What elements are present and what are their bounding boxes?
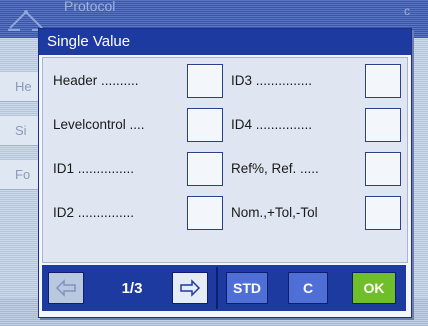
field-id2: ID2 ............... — [53, 196, 223, 230]
field-levelcontrol: Levelcontrol .... — [53, 108, 223, 142]
std-button[interactable]: STD — [226, 272, 268, 304]
dialog-body: Header .......... Levelcontrol .... ID1 … — [42, 57, 408, 263]
field-label: Levelcontrol .... — [53, 117, 145, 132]
single-value-dialog: Single Value Header .......... Levelcont… — [38, 28, 412, 318]
field-header: Header .......... — [53, 64, 223, 98]
background-title-fragment: c — [404, 4, 410, 18]
field-id1: ID1 ............... — [53, 152, 223, 186]
c-button[interactable]: C — [288, 272, 328, 304]
id1-checkbox[interactable] — [187, 152, 223, 186]
header-checkbox[interactable] — [187, 64, 223, 98]
id3-checkbox[interactable] — [365, 64, 401, 98]
field-label: ID3 ............... — [231, 73, 313, 88]
field-label: ID2 ............... — [53, 205, 135, 220]
field-label: ID4 ............... — [231, 117, 313, 132]
field-label: ID1 ............... — [53, 161, 135, 176]
previous-page-button[interactable] — [48, 272, 84, 304]
id2-checkbox[interactable] — [187, 196, 223, 230]
page-indicator: 1/3 — [121, 279, 143, 297]
button-bar: 1/3 STD C OK — [42, 265, 406, 311]
field-label: Header .......... — [53, 73, 139, 88]
field-label: Ref%, Ref. ..... — [231, 161, 319, 176]
levelcontrol-checkbox[interactable] — [187, 108, 223, 142]
arrow-left-icon — [55, 279, 76, 297]
field-ref: Ref%, Ref. ..... — [231, 152, 401, 186]
field-nominal-tolerance: Nom.,+Tol,-Tol — [231, 196, 401, 230]
arrow-right-icon — [180, 279, 201, 297]
field-id4: ID4 ............... — [231, 108, 401, 142]
background-title: Protocol — [64, 0, 116, 14]
field-label: Nom.,+Tol,-Tol — [231, 205, 318, 220]
next-page-button[interactable] — [172, 272, 208, 304]
id4-checkbox[interactable] — [365, 108, 401, 142]
dialog-title: Single Value — [39, 29, 411, 55]
button-separator — [216, 267, 218, 309]
field-id3: ID3 ............... — [231, 64, 401, 98]
ok-button[interactable]: OK — [352, 272, 396, 304]
nominal-tolerance-checkbox[interactable] — [365, 196, 401, 230]
ref-checkbox[interactable] — [365, 152, 401, 186]
